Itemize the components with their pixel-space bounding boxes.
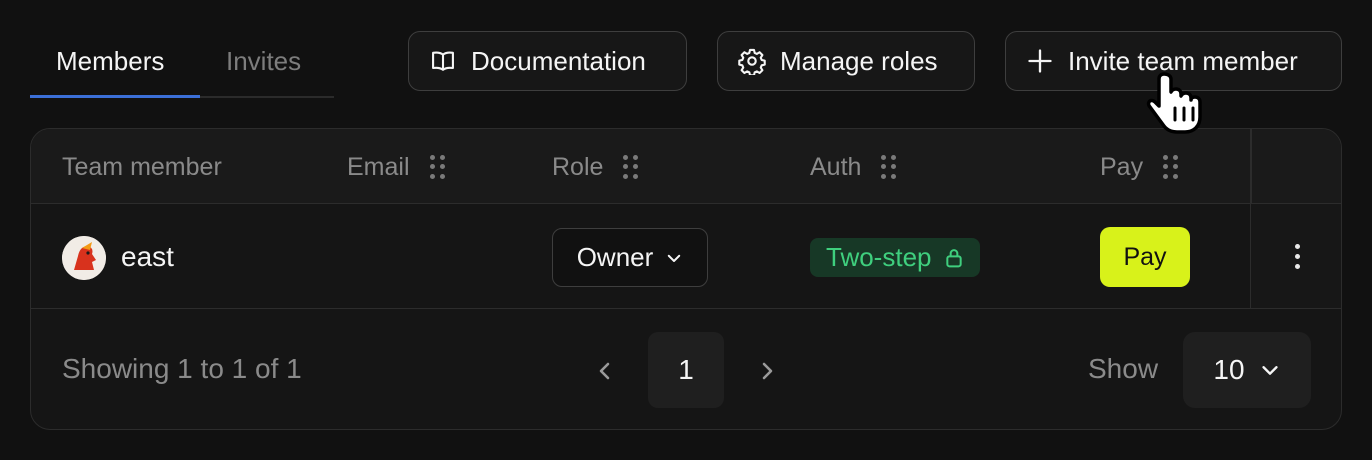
- chevron-down-icon: [1261, 366, 1278, 375]
- documentation-button[interactable]: Documentation: [408, 31, 687, 91]
- table-footer: Showing 1 to 1 of 1 1 Show 10: [31, 309, 1341, 429]
- member-name: east: [121, 241, 174, 272]
- page-size-value: 10: [1213, 354, 1245, 385]
- pointer-cursor-icon: [1146, 72, 1202, 134]
- column-label: Team member: [62, 153, 222, 181]
- team-members-page: Members Invites Documentation Manage rol…: [0, 0, 1372, 460]
- chevron-right-icon[interactable]: [757, 353, 779, 389]
- active-tab-indicator: [30, 95, 200, 98]
- avatar: [62, 236, 106, 280]
- column-label: Role: [552, 153, 604, 181]
- role-select[interactable]: Owner: [552, 228, 708, 287]
- drag-handle-icon[interactable]: [623, 154, 639, 181]
- lock-icon: [945, 248, 962, 267]
- current-page-button[interactable]: 1: [648, 332, 724, 408]
- drag-handle-icon[interactable]: [1163, 154, 1179, 181]
- pagination-summary: Showing 1 to 1 of 1: [62, 353, 302, 384]
- pay-button[interactable]: Pay: [1100, 227, 1190, 287]
- book-icon: [432, 51, 454, 71]
- more-vertical-icon: [1294, 243, 1300, 269]
- documentation-label: Documentation: [471, 45, 646, 76]
- role-value: Owner: [576, 242, 654, 272]
- column-header-email[interactable]: Email: [347, 153, 446, 182]
- column-header-role[interactable]: Role: [552, 153, 639, 182]
- tabs: Members Invites: [30, 30, 334, 98]
- tab-invites[interactable]: Invites: [226, 46, 301, 77]
- column-label: Email: [347, 153, 410, 181]
- manage-roles-label: Manage roles: [780, 45, 938, 76]
- column-header-team-member[interactable]: Team member: [62, 153, 222, 182]
- tab-members[interactable]: Members: [56, 46, 164, 77]
- page-size-label: Show: [1088, 353, 1159, 384]
- row-actions-button[interactable]: [1251, 204, 1341, 308]
- table-row: east Owner Two-step Pay: [31, 204, 1341, 309]
- column-header-auth[interactable]: Auth: [810, 153, 897, 182]
- drag-handle-icon[interactable]: [881, 154, 897, 181]
- chevron-left-icon[interactable]: [593, 353, 615, 389]
- column-label: Pay: [1100, 153, 1144, 181]
- members-table: Team member Email Role Auth Pay east Own…: [30, 128, 1342, 430]
- auth-status-badge: Two-step: [810, 238, 980, 277]
- chevron-down-icon: [668, 254, 681, 262]
- gear-icon: [738, 48, 766, 75]
- page-size-select[interactable]: 10: [1183, 332, 1311, 408]
- plus-icon: [1028, 49, 1052, 73]
- manage-roles-button[interactable]: Manage roles: [717, 31, 975, 91]
- column-header-pay[interactable]: Pay: [1100, 153, 1179, 182]
- drag-handle-icon[interactable]: [429, 154, 446, 181]
- auth-label: Two-step: [826, 242, 932, 272]
- column-label: Auth: [810, 153, 862, 181]
- table-header: Team member Email Role Auth Pay: [31, 129, 1341, 204]
